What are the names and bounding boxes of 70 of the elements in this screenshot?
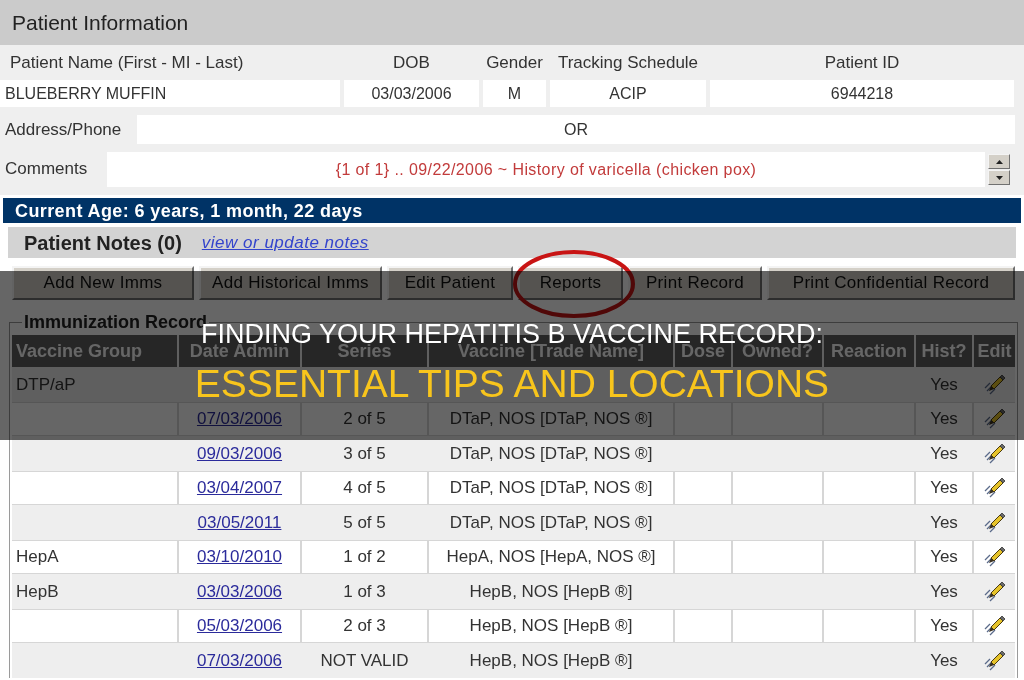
info-field: 03/03/2006 <box>344 80 479 107</box>
series-text: 3 of 5 <box>343 442 386 465</box>
hist-text: Yes <box>930 442 958 465</box>
comments-field[interactable]: {1 of 1} .. 09/22/2006 ~ History of varicella (chicken pox) <box>107 152 985 187</box>
table-cell: HepA <box>12 540 177 573</box>
headline-subtitle: ESSENTIAL TIPS AND LOCATIONS <box>194 364 830 403</box>
table-cell: 2 of 5 <box>302 402 427 435</box>
field-label: DOB <box>393 51 430 74</box>
pencil-icon[interactable] <box>983 477 1006 499</box>
table-cell: Yes <box>916 471 972 504</box>
pencil-icon[interactable] <box>983 615 1006 637</box>
table-cell: Yes <box>916 402 972 435</box>
scroll-down-button[interactable] <box>988 170 1010 185</box>
scroll-up-button[interactable] <box>988 154 1010 169</box>
date-link[interactable]: 03/05/2011 <box>197 509 282 535</box>
series-text: NOT VALID <box>320 649 409 672</box>
down-arrow-icon <box>995 175 1003 180</box>
field-label: Patient ID <box>824 51 900 74</box>
table-cell: 1 of 2 <box>302 540 427 573</box>
date-link[interactable]: 07/03/2006 <box>196 647 283 673</box>
address-field: OR <box>137 115 1015 144</box>
table-cell: 2 of 3 <box>302 609 427 642</box>
pencil-icon[interactable] <box>983 511 1006 533</box>
notes-title: Patient Notes (0) <box>24 230 182 256</box>
date-link[interactable]: 05/03/2006 <box>196 613 283 639</box>
hist-text: Yes <box>930 649 958 672</box>
table-cell: 4 of 5 <box>302 471 427 504</box>
vaccine-name-text: HepB, NOS [HepB ®] <box>469 649 633 672</box>
info-field: 6944218 <box>710 80 1014 107</box>
field-label: Patient Name (First - MI - Last) <box>10 51 244 74</box>
vaccine-group-text: DTP/aP <box>16 373 76 396</box>
up-arrow-icon <box>995 159 1003 164</box>
pencil-icon[interactable] <box>983 649 1006 671</box>
hist-text: Yes <box>930 511 958 534</box>
column-header: Edit <box>974 335 1015 367</box>
notes-link[interactable]: view or update notes <box>201 229 369 256</box>
column-header: Hist? <box>916 335 972 367</box>
field-label: Gender <box>486 51 543 74</box>
table-cell: DTaP, NOS [DTaP, NOS ®] <box>429 402 673 435</box>
field-label: Comments <box>5 159 88 178</box>
date-link[interactable]: 07/03/2006 <box>196 406 283 432</box>
hist-text: Yes <box>930 580 958 603</box>
hist-text: Yes <box>930 373 958 396</box>
vaccine-name-text: HepB, NOS [HepB ®] <box>469 580 633 603</box>
table-cell: Yes <box>916 540 972 573</box>
column-header: Reaction <box>824 335 914 367</box>
series-text: 1 of 3 <box>343 580 386 603</box>
info-field: BLUEBERRY MUFFIN <box>0 80 340 107</box>
table-cell: HepA, NOS [HepA, NOS ®] <box>429 540 673 573</box>
field-label: Address/Phone <box>5 119 122 139</box>
pencil-icon[interactable] <box>983 442 1006 464</box>
table-cell: HepB, NOS [HepB ®] <box>429 609 673 642</box>
vaccine-name-text: DTaP, NOS [DTaP, NOS ®] <box>449 511 653 534</box>
panel-title: Patient Information <box>12 9 189 36</box>
series-text: 5 of 5 <box>343 511 386 534</box>
table-cell: DTaP, NOS [DTaP, NOS ®] <box>429 471 673 504</box>
info-field: ACIP <box>550 80 706 107</box>
pencil-icon[interactable] <box>983 580 1006 602</box>
date-link[interactable]: 03/10/2010 <box>196 544 283 570</box>
date-link[interactable]: 09/03/2006 <box>196 440 283 466</box>
info-field: M <box>483 80 546 107</box>
column-header: Vaccine Group <box>12 335 177 367</box>
vaccine-group-text: HepB <box>16 580 59 603</box>
table-cell: Yes <box>916 609 972 642</box>
current-age-text: Current Age: 6 years, 1 month, 22 days <box>15 201 363 220</box>
vaccine-name-text: DTaP, NOS [DTaP, NOS ®] <box>449 442 653 465</box>
date-link[interactable]: 03/04/2007 <box>196 475 283 501</box>
pencil-icon[interactable] <box>983 546 1006 568</box>
field-label: Tracking Schedule <box>557 51 699 74</box>
date-link[interactable]: 03/03/2006 <box>196 578 283 604</box>
